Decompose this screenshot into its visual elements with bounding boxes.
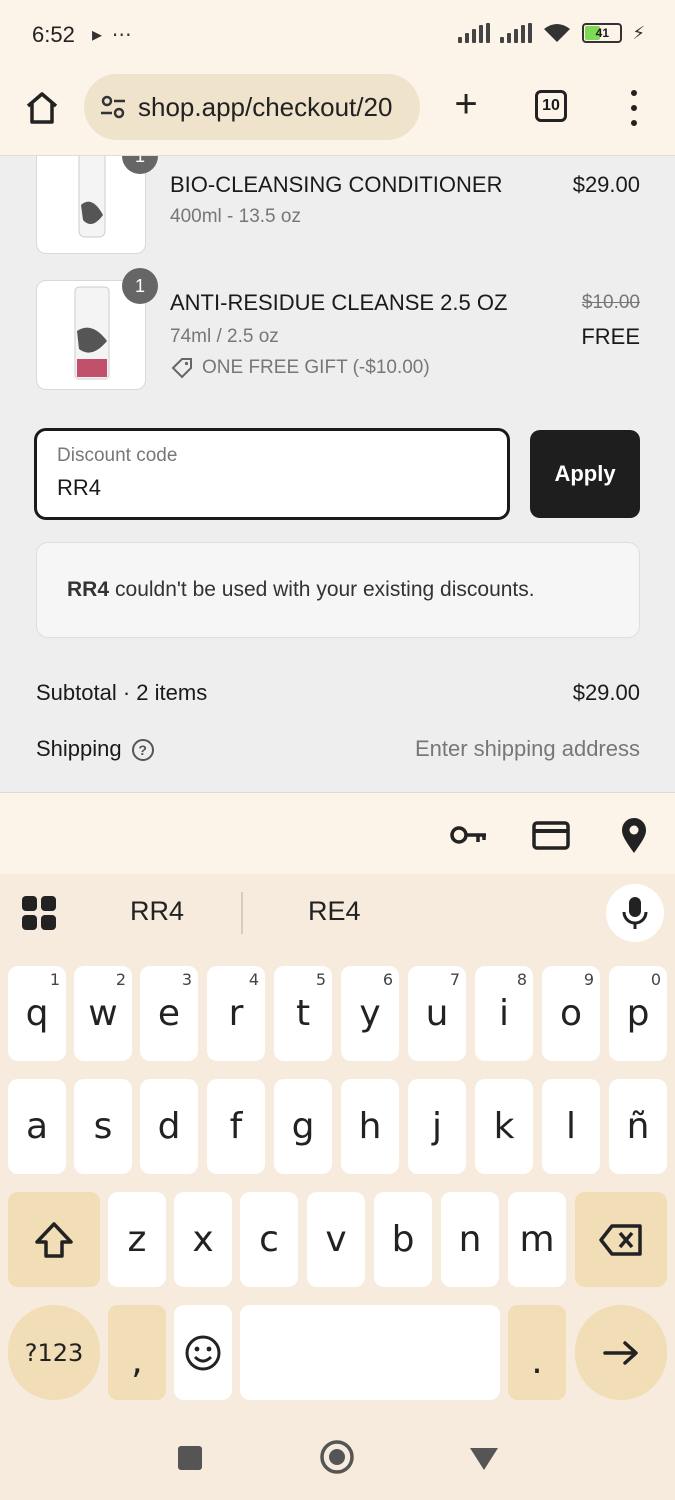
- key-k[interactable]: k: [475, 1079, 533, 1174]
- key-j[interactable]: j: [408, 1079, 466, 1174]
- checkout-page: 1 BIO-CLEANSING CONDITIONER 400ml - 13.5…: [0, 156, 675, 792]
- comma-key[interactable]: ,: [108, 1305, 166, 1400]
- period-key[interactable]: .: [508, 1305, 566, 1400]
- help-icon[interactable]: ?: [131, 739, 154, 762]
- new-tab-button[interactable]: +: [446, 84, 486, 128]
- symbols-key[interactable]: ?123: [8, 1305, 100, 1400]
- status-right-cluster: 41 ⚡: [458, 22, 645, 44]
- arrow-right-icon: [603, 1340, 638, 1365]
- key-d[interactable]: d: [140, 1079, 198, 1174]
- key-u[interactable]: u7: [408, 966, 466, 1061]
- location-pin-icon[interactable]: [614, 815, 654, 855]
- wifi-icon: [544, 24, 571, 42]
- discount-code-field[interactable]: Discount code RR4: [34, 428, 510, 520]
- key-o[interactable]: o9: [542, 966, 600, 1061]
- key-a[interactable]: a: [8, 1079, 66, 1174]
- key-l[interactable]: l: [542, 1079, 600, 1174]
- recents-icon[interactable]: [176, 1444, 204, 1472]
- signal-icon-2: [500, 23, 533, 43]
- key-c[interactable]: c: [240, 1192, 298, 1287]
- key-s[interactable]: s: [74, 1079, 132, 1174]
- key-v[interactable]: v: [307, 1192, 365, 1287]
- credit-card-icon[interactable]: [531, 815, 571, 855]
- key-e[interactable]: e3: [140, 966, 198, 1061]
- status-bar: 6:52 ▸ ⋯ 41 ⚡: [0, 0, 675, 72]
- home-nav-icon[interactable]: [318, 1438, 356, 1476]
- suggestion-1[interactable]: RR4: [130, 896, 184, 927]
- notice-code: RR4: [67, 578, 110, 601]
- status-time: 6:52: [32, 22, 75, 47]
- key-y[interactable]: y6: [341, 966, 399, 1061]
- charging-icon: ⚡: [632, 22, 645, 43]
- key-r[interactable]: r4: [207, 966, 265, 1061]
- key-z[interactable]: z: [108, 1192, 166, 1287]
- browser-toolbar: shop.app/checkout/20 + 10: [0, 72, 675, 156]
- original-price: $10.00: [581, 292, 640, 313]
- browser-menu-button[interactable]: [620, 90, 648, 126]
- key-q[interactable]: q1: [8, 966, 66, 1061]
- subtotal-row: Subtotal · 2 items $29.00: [36, 680, 640, 706]
- system-navigation-bar: [0, 1420, 675, 1500]
- signal-icon: [458, 23, 491, 43]
- discount-code-label: Discount code: [57, 445, 178, 466]
- shipping-value: Enter shipping address: [414, 736, 640, 761]
- autofill-bar: [0, 792, 675, 874]
- back-icon[interactable]: [468, 1444, 500, 1472]
- key-w[interactable]: w2: [74, 966, 132, 1061]
- key-f[interactable]: f: [207, 1079, 265, 1174]
- apply-button[interactable]: Apply: [530, 430, 640, 518]
- product-variant: 74ml / 2.5 oz: [170, 326, 279, 347]
- discount-error-notice: RR4 couldn't be used with your existing …: [36, 542, 640, 638]
- address-bar[interactable]: shop.app/checkout/20: [84, 74, 420, 140]
- key-i[interactable]: i8: [475, 966, 533, 1061]
- battery-icon: 41: [582, 23, 623, 43]
- url-text: shop.app/checkout/20: [138, 91, 393, 122]
- space-key[interactable]: [240, 1305, 500, 1400]
- key-h[interactable]: h: [341, 1079, 399, 1174]
- tag-icon: [171, 358, 192, 379]
- shipping-row: Shipping? Enter shipping address: [36, 736, 640, 762]
- key-icon[interactable]: [448, 815, 488, 855]
- shift-icon: [35, 1221, 73, 1258]
- line-item: 1 ANTI-RESIDUE CLEANSE 2.5 OZ 74ml / 2.5…: [36, 268, 640, 390]
- quantity-badge: 1: [122, 268, 158, 304]
- apps-grid-icon[interactable]: [22, 896, 56, 930]
- emoji-key[interactable]: [174, 1305, 232, 1400]
- suggestion-divider: [241, 892, 243, 934]
- product-name: ANTI-RESIDUE CLEANSE 2.5 OZ: [170, 290, 508, 315]
- key-g[interactable]: g: [274, 1079, 332, 1174]
- suggestion-2[interactable]: RE4: [308, 896, 361, 927]
- shift-key[interactable]: [8, 1192, 100, 1287]
- subtotal-label: Subtotal · 2 items: [36, 680, 208, 705]
- key-x[interactable]: x: [174, 1192, 232, 1287]
- product-price: FREE: [581, 324, 640, 349]
- notice-text: couldn't be used with your existing disc…: [115, 578, 535, 601]
- shipping-label: Shipping: [36, 736, 122, 761]
- key-m[interactable]: m: [508, 1192, 566, 1287]
- product-variant: 400ml - 13.5 oz: [170, 206, 301, 227]
- key-n[interactable]: n: [441, 1192, 499, 1287]
- on-screen-keyboard: RR4 RE4 q1 w2 e3 r4 t5 y6 u7 i8 o9 p0 a …: [0, 874, 675, 1420]
- product-name: BIO-CLEANSING CONDITIONER: [170, 172, 503, 197]
- suggestion-strip: RR4 RE4: [0, 874, 675, 954]
- enter-key[interactable]: [575, 1305, 667, 1400]
- discount-tag: ONE FREE GIFT (-$10.00): [170, 356, 430, 380]
- backspace-icon: [599, 1223, 642, 1256]
- discount-code-input[interactable]: RR4: [57, 475, 101, 501]
- discount-tag-label: ONE FREE GIFT (-$10.00): [202, 357, 430, 378]
- emoji-icon: [185, 1335, 221, 1370]
- key-b[interactable]: b: [374, 1192, 432, 1287]
- key-t[interactable]: t5: [274, 966, 332, 1061]
- key-n-tilde[interactable]: ñ: [609, 1079, 667, 1174]
- line-item: 1 BIO-CLEANSING CONDITIONER 400ml - 13.5…: [36, 156, 640, 256]
- status-notification-icons: ▸ ⋯: [92, 24, 134, 46]
- backspace-key[interactable]: [575, 1192, 667, 1287]
- site-settings-icon[interactable]: [98, 92, 128, 122]
- tab-switcher-button[interactable]: 10: [535, 90, 567, 122]
- subtotal-value: $29.00: [572, 680, 640, 705]
- key-p[interactable]: p0: [609, 966, 667, 1061]
- product-price: $29.00: [572, 172, 640, 197]
- home-icon[interactable]: [22, 88, 62, 128]
- microphone-icon[interactable]: [606, 884, 664, 942]
